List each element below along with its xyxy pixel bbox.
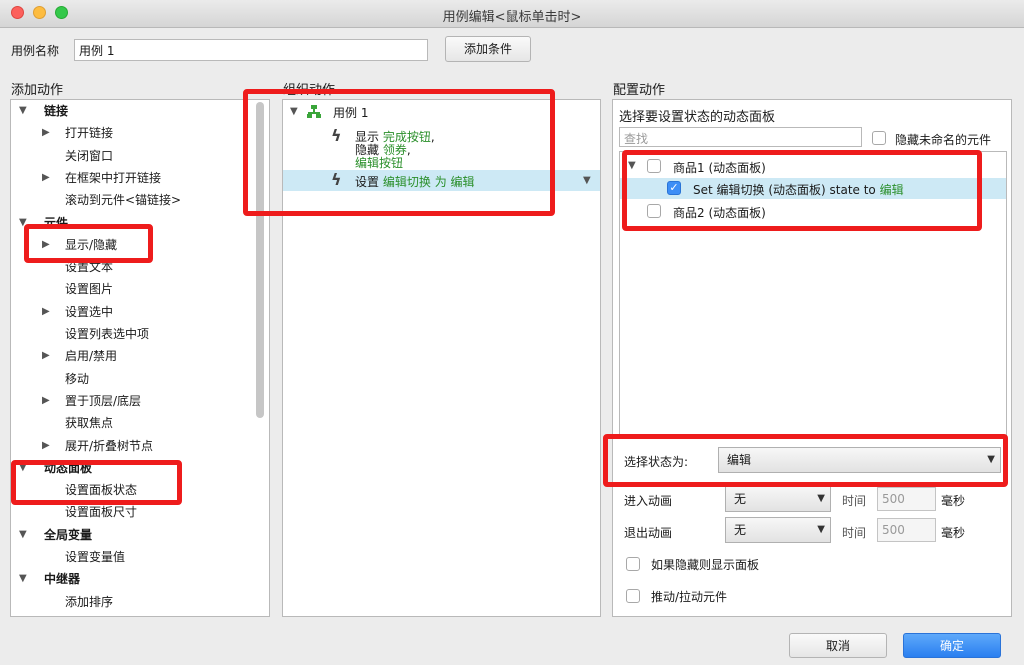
tree-item[interactable]: 设置列表选中项 xyxy=(65,323,149,345)
panel-1-state-text: Set 编辑切换 (动态面板) state to xyxy=(693,183,876,197)
comma: , xyxy=(430,130,435,144)
ok-button[interactable]: 确定 xyxy=(903,633,1001,658)
case-tree-icon xyxy=(307,105,321,118)
tree-item[interactable]: 中继器 xyxy=(44,568,80,590)
tree-item[interactable]: 设置面板状态 xyxy=(65,479,137,501)
show-if-hidden-checkbox[interactable] xyxy=(626,557,640,571)
case-name-label: 用例名称 xyxy=(11,44,60,58)
tree-item[interactable]: 关闭窗口 xyxy=(65,145,113,167)
exit-animation-select[interactable]: 无 ▼ xyxy=(725,517,831,543)
exit-time-input[interactable]: 500 xyxy=(877,518,936,542)
panel-1-expander-icon[interactable]: ▼ xyxy=(628,160,636,171)
enter-animation-value: 无 xyxy=(734,492,747,506)
set-mid: 为 xyxy=(434,175,447,189)
tree-item[interactable]: 显示/隐藏 xyxy=(65,234,117,256)
chevron-down-icon[interactable]: ▼ xyxy=(19,573,27,584)
add-condition-button[interactable]: 添加条件 xyxy=(445,36,531,62)
lightning-icon: ϟ xyxy=(331,126,342,145)
chevron-right-icon[interactable]: ▶ xyxy=(42,127,50,138)
lightning-icon: ϟ xyxy=(331,170,342,189)
comma: , xyxy=(406,143,411,157)
tree-item[interactable]: 元件 xyxy=(44,212,68,234)
tree-item[interactable]: 移动 xyxy=(65,368,89,390)
tree-item[interactable]: 展开/折叠树节点 xyxy=(65,435,153,457)
hide-unnamed-checkbox[interactable] xyxy=(872,131,886,145)
panel-1-state-line[interactable]: Set 编辑切换 (动态面板) state to 编辑 xyxy=(693,181,904,198)
organize-action-header: 组织动作 xyxy=(283,83,336,98)
case-name-input[interactable]: 用例 1 xyxy=(74,39,428,61)
state-select[interactable]: 编辑 ▼ xyxy=(718,447,1001,473)
enter-animation-select[interactable]: 无 ▼ xyxy=(725,486,831,512)
window-title: 用例编辑<鼠标单击时> xyxy=(442,10,582,25)
tree-item[interactable]: 设置图片 xyxy=(65,278,113,300)
case-expander-icon[interactable]: ▼ xyxy=(290,106,298,117)
push-pull-label: 推动/拉动元件 xyxy=(651,590,728,604)
tree-item[interactable]: 动态面板 xyxy=(44,457,92,479)
chevron-down-icon[interactable]: ▼ xyxy=(19,529,27,540)
enter-time-input[interactable]: 500 xyxy=(877,487,936,511)
panel-1-state-value: 编辑 xyxy=(879,183,904,197)
chevron-right-icon[interactable]: ▶ xyxy=(42,172,50,183)
enter-animation-label: 进入动画 xyxy=(624,494,673,508)
panel-1-label[interactable]: 商品1 (动态面板) xyxy=(673,159,766,176)
panel-1-state-checkbox[interactable]: ✓ xyxy=(667,181,681,195)
exit-time-label: 时间 xyxy=(842,526,867,540)
show-if-hidden-label: 如果隐藏则显示面板 xyxy=(651,558,760,572)
chevron-down-icon[interactable]: ▼ xyxy=(19,105,27,116)
configure-action-header: 配置动作 xyxy=(613,83,666,98)
tree-item[interactable]: 置于顶层/底层 xyxy=(65,390,141,412)
cancel-button[interactable]: 取消 xyxy=(789,633,887,658)
action-set-line[interactable]: 设置 编辑切换 为 编辑 xyxy=(355,173,475,190)
tree-item[interactable]: 添加排序 xyxy=(65,591,113,613)
tree-item[interactable]: 设置选中 xyxy=(65,301,113,323)
panel-2-checkbox[interactable] xyxy=(647,204,661,218)
chevron-right-icon[interactable]: ▶ xyxy=(42,239,50,250)
case-label[interactable]: 用例 1 xyxy=(333,104,368,121)
actions-tree-scrollbar[interactable] xyxy=(256,102,264,418)
panel-2-label[interactable]: 商品2 (动态面板) xyxy=(673,204,766,221)
panel-1-checkbox[interactable] xyxy=(647,159,661,173)
push-pull-checkbox[interactable] xyxy=(626,589,640,603)
exit-ms-label: 毫秒 xyxy=(941,526,966,540)
chevron-right-icon[interactable]: ▶ xyxy=(42,395,50,406)
chevron-down-icon: ▼ xyxy=(987,454,995,465)
exit-animation-value: 无 xyxy=(734,523,747,537)
chevron-down-icon[interactable]: ▼ xyxy=(19,462,27,473)
tree-item[interactable]: 全局变量 xyxy=(44,524,92,546)
panel-search-input[interactable]: 查找 xyxy=(619,127,862,147)
action-dropdown-icon[interactable]: ▼ xyxy=(583,175,591,186)
chevron-down-icon: ▼ xyxy=(817,493,825,504)
title-bar: 用例编辑<鼠标单击时> xyxy=(0,0,1024,28)
set-state: 编辑 xyxy=(450,175,475,189)
tree-item[interactable]: 在框架中打开链接 xyxy=(65,167,161,189)
hide-target-2[interactable]: 编辑按钮 xyxy=(355,154,403,171)
chevron-down-icon[interactable]: ▼ xyxy=(19,217,27,228)
chevron-right-icon[interactable]: ▶ xyxy=(42,306,50,317)
tree-item[interactable]: 启用/禁用 xyxy=(65,345,117,367)
tree-item[interactable]: 设置文本 xyxy=(65,256,113,278)
exit-animation-label: 退出动画 xyxy=(624,526,673,540)
enter-time-label: 时间 xyxy=(842,494,867,508)
select-state-label: 选择状态为: xyxy=(624,455,689,469)
hide-unnamed-label: 隐藏未命名的元件 xyxy=(895,133,992,147)
set-verb: 设置 xyxy=(355,175,380,189)
tree-item[interactable]: 设置变量值 xyxy=(65,546,125,568)
state-select-value: 编辑 xyxy=(727,453,752,467)
tree-item[interactable]: 设置面板尺寸 xyxy=(65,501,137,523)
chevron-down-icon: ▼ xyxy=(817,524,825,535)
chevron-right-icon[interactable]: ▶ xyxy=(42,440,50,451)
tree-item[interactable]: 滚动到元件<锚链接> xyxy=(65,189,181,211)
add-action-header: 添加动作 xyxy=(11,83,64,98)
tree-item[interactable]: 打开链接 xyxy=(65,122,113,144)
tree-item[interactable]: 链接 xyxy=(44,100,68,122)
tree-item[interactable]: 获取焦点 xyxy=(65,412,113,434)
enter-ms-label: 毫秒 xyxy=(941,494,966,508)
chevron-right-icon[interactable]: ▶ xyxy=(42,350,50,361)
set-target: 编辑切换 xyxy=(382,175,431,189)
dynamic-panel-title: 选择要设置状态的动态面板 xyxy=(619,110,776,125)
